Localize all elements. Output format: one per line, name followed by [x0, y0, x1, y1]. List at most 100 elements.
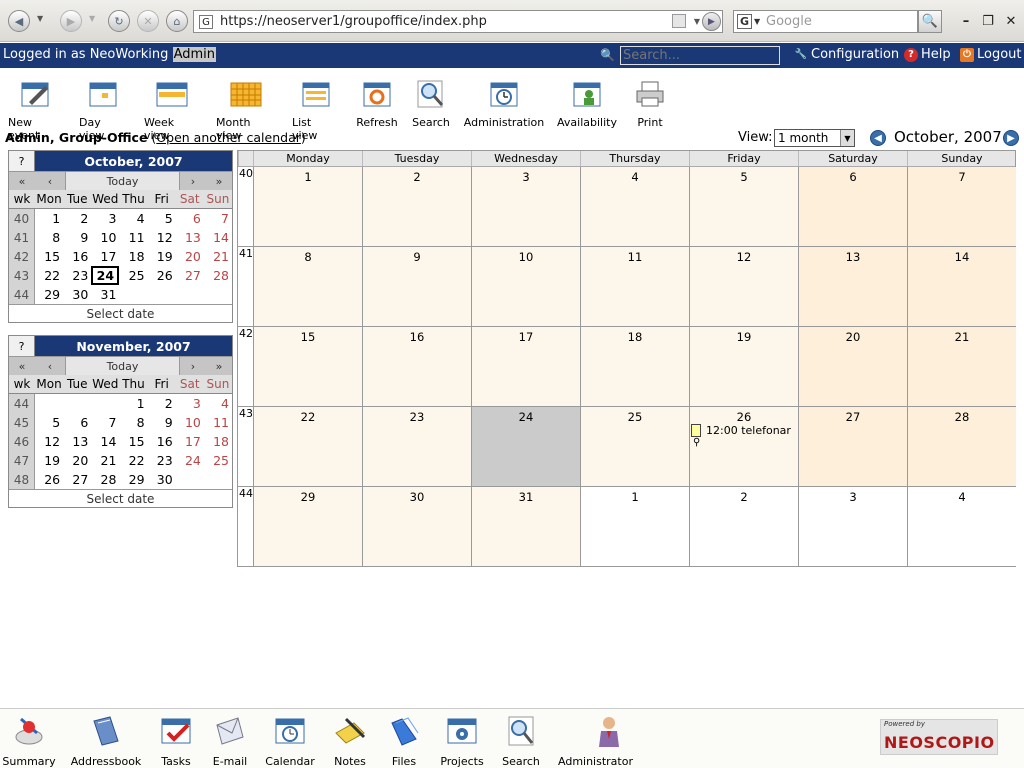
day-cell[interactable]: 19 — [148, 247, 176, 266]
forward-history-dropdown[interactable]: ▼ — [89, 14, 95, 23]
restore-icon[interactable]: ❐ — [979, 12, 997, 30]
week-number[interactable]: 45 — [9, 413, 35, 432]
day-cell[interactable]: 27 — [798, 407, 907, 487]
calendar-event[interactable]: 12:00 telefonar ⚲ — [691, 424, 791, 448]
day-cell[interactable]: 19 — [35, 451, 63, 470]
bookmark-icon[interactable] — [672, 14, 686, 28]
administration-button[interactable]: Administration — [464, 80, 544, 129]
search-button[interactable]: Search — [412, 80, 450, 129]
day-cell[interactable]: 23 — [63, 266, 91, 285]
next-month-button[interactable]: › — [180, 172, 206, 190]
day-cell[interactable]: 27 — [176, 266, 204, 285]
day-number[interactable]: 4 — [631, 170, 638, 184]
day-number[interactable]: 29 — [301, 490, 316, 504]
day-cell[interactable]: 30 — [63, 285, 91, 304]
url-bar[interactable]: G https://neoserver1/groupoffice/index.p… — [193, 10, 723, 33]
addressbook-module[interactable]: Addressbook — [71, 715, 141, 768]
day-cell[interactable]: 7 — [91, 413, 119, 432]
day-cell[interactable]: 8 — [35, 228, 63, 247]
day-number[interactable]: 23 — [410, 410, 425, 424]
logout-link[interactable]: ⏻ Logout — [960, 47, 1022, 62]
day-cell[interactable]: 1 — [580, 487, 689, 567]
day-number[interactable]: 12 — [737, 250, 752, 264]
day-cell[interactable]: 21 — [91, 451, 119, 470]
day-cell[interactable]: 28 — [91, 470, 119, 489]
day-cell[interactable]: 11 — [119, 228, 147, 247]
day-cell[interactable]: 3 — [176, 394, 204, 413]
day-cell[interactable]: 13 — [176, 228, 204, 247]
close-window-icon[interactable]: ✕ — [1002, 12, 1020, 30]
week-number[interactable]: 44 — [9, 285, 35, 304]
day-cell[interactable]: 12 — [148, 228, 176, 247]
week-number[interactable]: 41 — [238, 247, 253, 327]
day-cell[interactable]: 14 — [204, 228, 232, 247]
day-cell[interactable]: 16 — [63, 247, 91, 266]
day-cell[interactable]: 13 — [63, 432, 91, 451]
day-cell[interactable]: 23 — [362, 407, 471, 487]
day-cell[interactable]: 14 — [907, 247, 1016, 327]
day-cell[interactable]: 16 — [362, 327, 471, 407]
web-search-button[interactable]: 🔍 — [918, 10, 942, 33]
day-cell[interactable]: 22 — [253, 407, 362, 487]
day-number[interactable]: 1 — [304, 170, 311, 184]
day-number[interactable]: 24 — [519, 410, 534, 424]
day-cell[interactable]: 20 — [798, 327, 907, 407]
day-cell[interactable]: 10 — [176, 413, 204, 432]
day-cell[interactable]: 6 — [798, 167, 907, 247]
url-dropdown-icon[interactable]: ▼ — [694, 17, 700, 26]
engine-dropdown-icon[interactable]: ▼ — [754, 17, 760, 26]
week-number[interactable]: 40 — [9, 209, 35, 228]
day-cell[interactable]: 30 — [148, 470, 176, 489]
stop-icon[interactable]: ✕ — [137, 10, 159, 32]
calendar-module[interactable]: Calendar — [265, 715, 315, 768]
open-another-calendar-link[interactable]: Open another calendar — [156, 130, 301, 145]
week-number[interactable]: 44 — [238, 487, 253, 567]
forward-icon[interactable]: ▶ — [60, 10, 82, 32]
day-cell[interactable]: 1 — [119, 394, 147, 413]
day-number[interactable]: 4 — [958, 490, 965, 504]
minimize-icon[interactable]: – — [957, 12, 975, 30]
day-cell[interactable]: 14 — [91, 432, 119, 451]
day-cell[interactable]: 8 — [119, 413, 147, 432]
google-engine-icon[interactable]: G — [737, 14, 752, 29]
files-module[interactable]: Files — [388, 715, 420, 768]
day-cell[interactable]: 25 — [119, 266, 147, 285]
day-cell[interactable]: 3 — [798, 487, 907, 567]
day-cell[interactable]: 29 — [253, 487, 362, 567]
home-icon[interactable]: ⌂ — [166, 10, 188, 32]
day-cell[interactable]: 11 — [580, 247, 689, 327]
previous-year-button[interactable]: « — [9, 357, 35, 375]
day-cell[interactable]: 26 — [148, 266, 176, 285]
day-number[interactable]: 9 — [413, 250, 420, 264]
week-number[interactable]: 47 — [9, 451, 35, 470]
day-cell[interactable]: 9 — [362, 247, 471, 327]
week-number[interactable]: 46 — [9, 432, 35, 451]
day-number[interactable]: 8 — [304, 250, 311, 264]
day-cell[interactable]: 22 — [119, 451, 147, 470]
day-cell[interactable]: 8 — [253, 247, 362, 327]
day-cell[interactable]: 17 — [176, 432, 204, 451]
day-cell[interactable]: 21 — [907, 327, 1016, 407]
day-cell[interactable]: 3 — [91, 209, 119, 228]
day-cell[interactable]: 10 — [471, 247, 580, 327]
view-select[interactable]: 1 month ▼ — [774, 129, 855, 147]
day-cell[interactable]: 31 — [471, 487, 580, 567]
day-number[interactable]: 2 — [740, 490, 747, 504]
day-number[interactable]: 1 — [631, 490, 638, 504]
day-number[interactable]: 7 — [958, 170, 965, 184]
availability-button[interactable]: Availability — [556, 80, 618, 129]
previous-year-button[interactable]: « — [9, 172, 35, 190]
back-icon[interactable]: ◀ — [8, 10, 30, 32]
day-cell[interactable]: 28 — [204, 266, 232, 285]
day-cell[interactable]: 12 — [689, 247, 798, 327]
day-cell[interactable]: 5 — [689, 167, 798, 247]
week-number[interactable]: 44 — [9, 394, 35, 413]
day-cell[interactable]: 22 — [35, 266, 63, 285]
day-cell[interactable]: 4 — [119, 209, 147, 228]
day-cell[interactable]: 5 — [35, 413, 63, 432]
day-cell[interactable]: 18 — [580, 327, 689, 407]
day-number[interactable]: 3 — [522, 170, 529, 184]
week-number[interactable]: 43 — [9, 266, 35, 285]
previous-month-button[interactable]: ‹ — [35, 357, 65, 375]
day-cell[interactable]: 4 — [580, 167, 689, 247]
